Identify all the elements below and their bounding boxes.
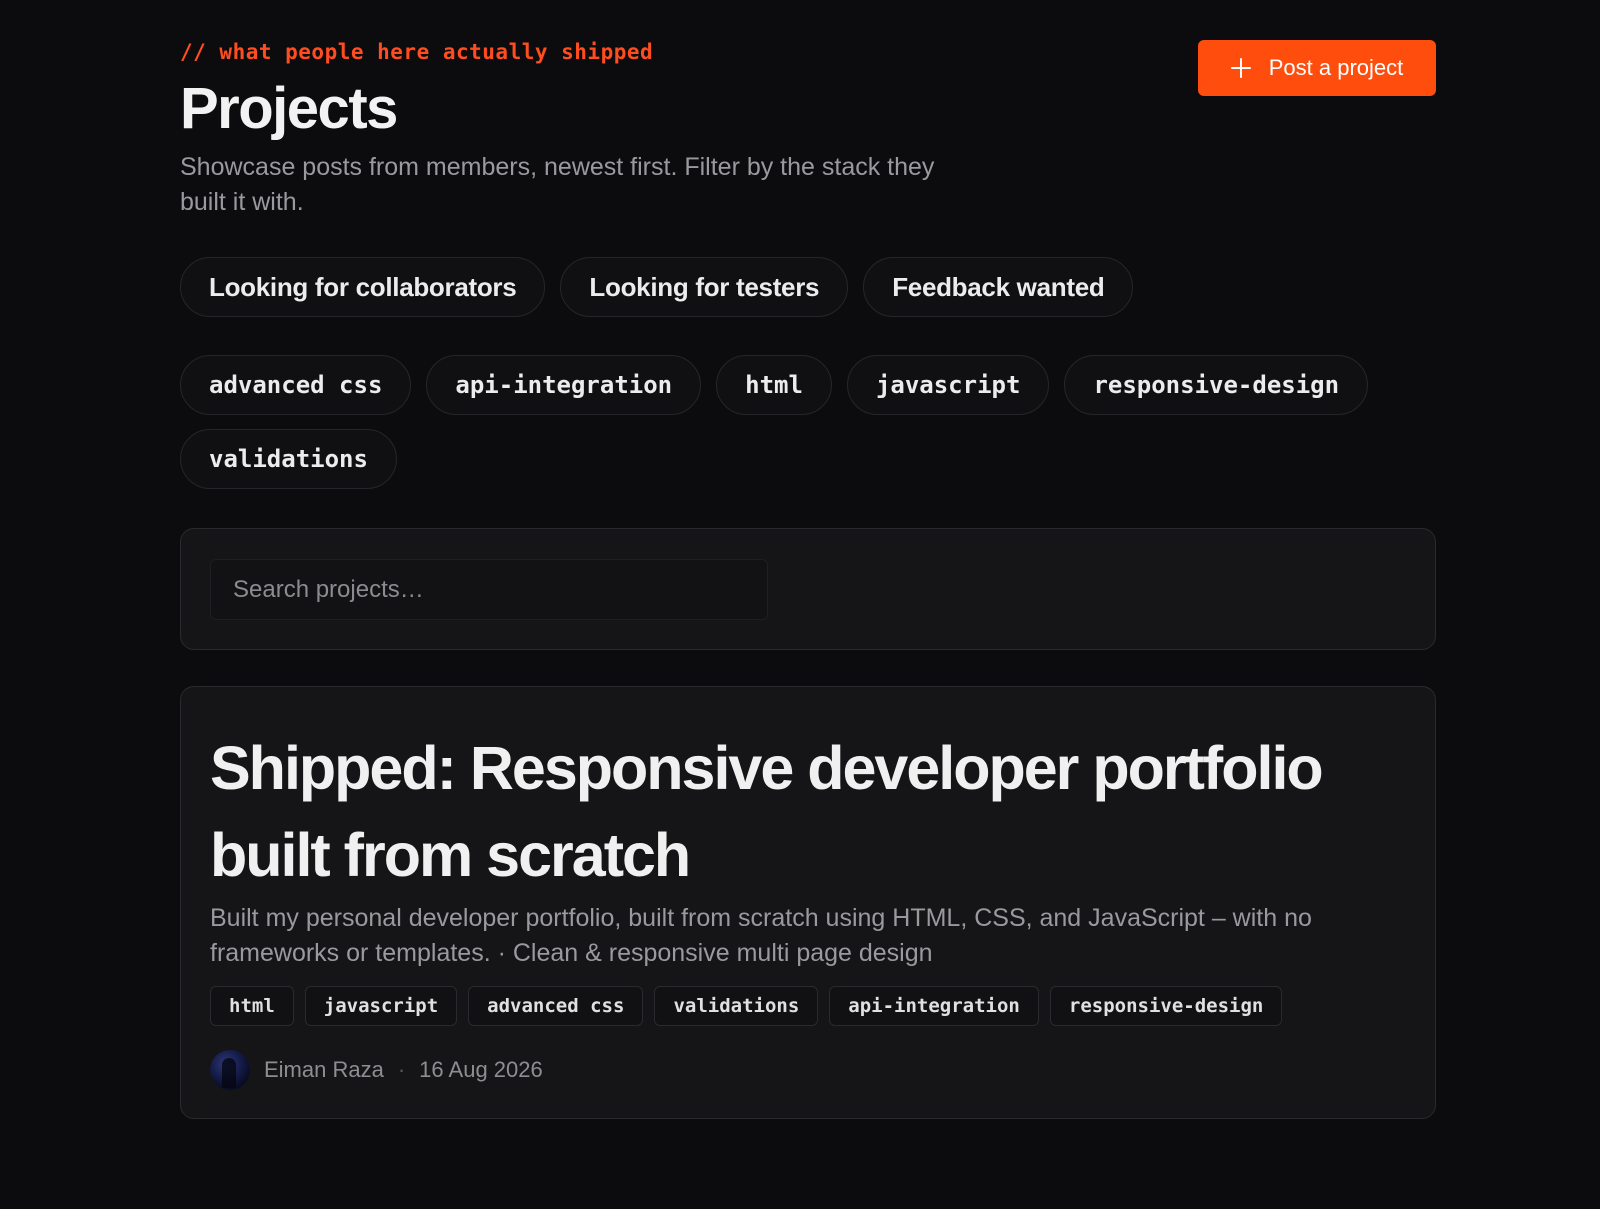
post-date: 16 Aug 2026 <box>419 1057 543 1082</box>
tag-filter-row: advanced css api-integration html javasc… <box>180 355 1436 489</box>
page-title: Projects <box>180 76 398 141</box>
tag-filter-advanced-css[interactable]: advanced css <box>180 355 412 415</box>
meta-separator: · <box>397 1057 406 1082</box>
project-tag[interactable]: advanced css <box>468 986 644 1026</box>
author-name[interactable]: Eiman Raza <box>264 1057 384 1083</box>
search-panel <box>180 528 1436 650</box>
project-description: Built my personal developer portfolio, b… <box>210 904 1312 967</box>
avatar <box>210 1050 250 1090</box>
project-tag[interactable]: html <box>210 986 294 1026</box>
tag-filter-html[interactable]: html <box>716 355 832 415</box>
search-input[interactable] <box>210 559 768 620</box>
page-subtitle: Showcase posts from members, newest firs… <box>180 153 935 216</box>
project-card[interactable]: Shipped: Responsive developer portfolio … <box>180 686 1436 1119</box>
tag-filter-api-integration[interactable]: api-integration <box>426 355 702 415</box>
filter-chip-collaborators[interactable]: Looking for collaborators <box>180 257 546 317</box>
page-header: // what people here actually shipped Pro… <box>180 0 1436 250</box>
tag-filter-javascript[interactable]: javascript <box>846 355 1050 415</box>
tag-filter-responsive-design[interactable]: responsive-design <box>1064 355 1369 415</box>
filter-chip-testers[interactable]: Looking for testers <box>560 257 849 317</box>
post-project-label: Post a project <box>1268 55 1404 80</box>
status-filter-row: Looking for collaborators Looking for te… <box>180 257 1134 317</box>
project-tag[interactable]: javascript <box>304 986 458 1026</box>
project-tags: html javascript advanced css validations… <box>210 986 1283 1026</box>
project-title[interactable]: Shipped: Responsive developer portfolio … <box>210 725 1410 899</box>
project-tag[interactable]: responsive-design <box>1049 986 1283 1026</box>
plus-icon <box>1230 58 1251 78</box>
filter-chip-feedback[interactable]: Feedback wanted <box>863 257 1134 317</box>
post-project-button[interactable]: Post a project <box>1198 40 1436 96</box>
tag-filter-validations[interactable]: validations <box>180 429 397 489</box>
projects-page: // what people here actually shipped Pro… <box>180 0 1436 1119</box>
eyebrow-text: // what people here actually shipped <box>180 40 654 64</box>
project-tag[interactable]: validations <box>654 986 819 1026</box>
project-tag[interactable]: api-integration <box>829 986 1039 1026</box>
project-meta: Eiman Raza · 16 Aug 2026 <box>210 1049 543 1091</box>
